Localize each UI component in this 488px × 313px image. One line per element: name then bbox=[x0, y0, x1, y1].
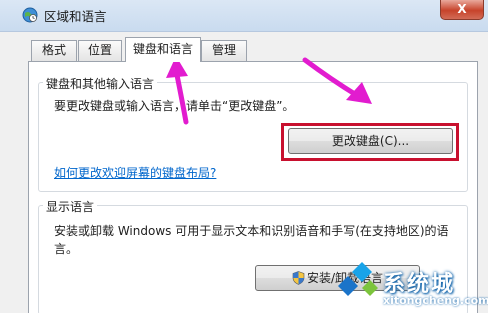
tab-keyboards-languages[interactable]: 键盘和语言 bbox=[125, 37, 201, 62]
region-language-window: 区域和语言 X 格式 位置 键盘和语言 管理 键盘和其他输入语言 要更改键盘或输… bbox=[0, 0, 488, 313]
watermark-url: xitongcheng.com bbox=[383, 294, 488, 307]
